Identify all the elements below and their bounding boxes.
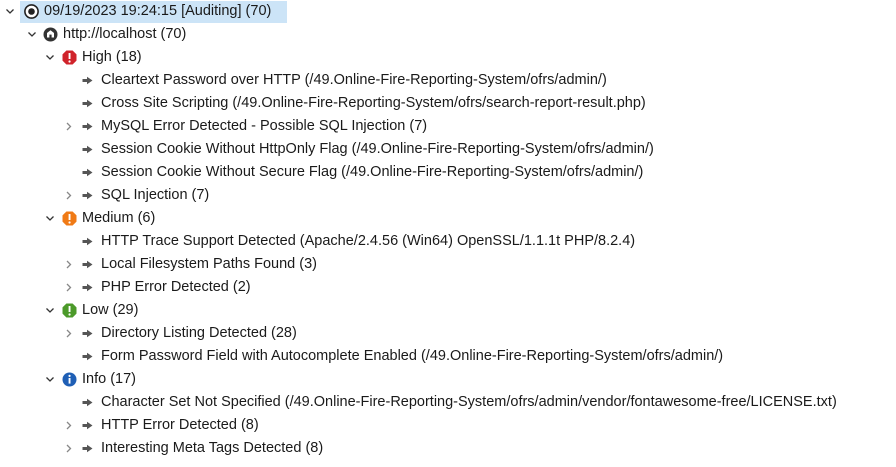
expand-low-toggle[interactable] [45,299,55,322]
alert-arrow-icon [82,322,94,345]
high-severity-icon [62,50,77,65]
expand-alert-toggle[interactable] [64,253,74,276]
expand-alert-toggle[interactable] [64,115,74,138]
alert-label: HTTP Trace Support Detected (Apache/2.4.… [101,233,636,249]
alert-label: Directory Listing Detected (28) [101,325,297,341]
severity-group-high[interactable]: High (18) [0,46,896,69]
alert-label: Character Set Not Specified (/49.Online-… [101,394,837,410]
alert-item[interactable]: MySQL Error Detected - Possible SQL Inje… [0,115,896,138]
alert-arrow-icon [82,391,94,414]
expand-high-toggle[interactable] [45,46,55,69]
severity-group-low[interactable]: Low (29) [0,299,896,322]
alert-item[interactable]: Session Cookie Without HttpOnly Flag (/4… [0,138,896,161]
expand-alert-toggle[interactable] [64,414,74,437]
alert-arrow-icon [82,253,94,276]
alert-arrow-icon [82,437,94,460]
alert-item[interactable]: HTTP Error Detected (8) [0,414,896,437]
severity-group-label: Medium (6) [82,210,156,226]
host-globe-icon [43,27,58,42]
severity-group-label: Low (29) [82,302,139,318]
scan-node[interactable]: 09/19/2023 19:24:15 [Auditing] (70) [0,0,896,23]
medium-severity-icon [62,211,77,226]
alert-item[interactable]: HTTP Trace Support Detected (Apache/2.4.… [0,230,896,253]
alert-label: PHP Error Detected (2) [101,279,251,295]
alert-arrow-icon [82,184,94,207]
alert-label: Cross Site Scripting (/49.Online-Fire-Re… [101,95,646,111]
alert-item[interactable]: Local Filesystem Paths Found (3) [0,253,896,276]
severity-group-medium[interactable]: Medium (6) [0,207,896,230]
alert-item[interactable]: SQL Injection (7) [0,184,896,207]
alert-label: HTTP Error Detected (8) [101,417,259,433]
expand-alert-toggle[interactable] [64,437,74,460]
alert-label: MySQL Error Detected - Possible SQL Inje… [101,118,428,134]
alert-arrow-icon [82,69,94,92]
scan-label: 09/19/2023 19:24:15 [Auditing] (70) [44,3,272,19]
alert-arrow-icon [82,138,94,161]
expand-scan-toggle[interactable] [5,0,15,23]
alert-item[interactable]: Cleartext Password over HTTP (/49.Online… [0,69,896,92]
host-label: http://localhost (70) [63,26,187,42]
alert-item[interactable]: Session Cookie Without Secure Flag (/49.… [0,161,896,184]
expand-host-toggle[interactable] [27,23,37,46]
alert-label: SQL Injection (7) [101,187,210,203]
alert-arrow-icon [82,276,94,299]
expand-medium-toggle[interactable] [45,207,55,230]
alert-label: Interesting Meta Tags Detected (8) [101,440,324,456]
alert-label: Session Cookie Without HttpOnly Flag (/4… [101,141,654,157]
alert-item[interactable]: Interesting Meta Tags Detected (8) [0,437,896,460]
alert-arrow-icon [82,230,94,253]
alert-item[interactable]: Cross Site Scripting (/49.Online-Fire-Re… [0,92,896,115]
expand-info-toggle[interactable] [45,368,55,391]
alert-arrow-icon [82,161,94,184]
expand-alert-toggle[interactable] [64,276,74,299]
alert-label: Cleartext Password over HTTP (/49.Online… [101,72,607,88]
alert-arrow-icon [82,414,94,437]
alert-label: Form Password Field with Autocomplete En… [101,348,724,364]
severity-group-label: High (18) [82,49,142,65]
alert-item[interactable]: Form Password Field with Autocomplete En… [0,345,896,368]
alert-label: Local Filesystem Paths Found (3) [101,256,317,272]
alert-label: Session Cookie Without Secure Flag (/49.… [101,164,644,180]
severity-group-info[interactable]: Info (17) [0,368,896,391]
alert-item[interactable]: PHP Error Detected (2) [0,276,896,299]
alert-arrow-icon [82,345,94,368]
expand-alert-toggle[interactable] [64,322,74,345]
scan-target-icon [24,4,39,19]
alert-arrow-icon [82,92,94,115]
severity-group-label: Info (17) [82,371,136,387]
info-severity-icon [62,372,77,387]
expand-alert-toggle[interactable] [64,184,74,207]
low-severity-icon [62,303,77,318]
host-node[interactable]: http://localhost (70) [0,23,896,46]
alert-arrow-icon [82,115,94,138]
alert-item[interactable]: Directory Listing Detected (28) [0,322,896,345]
alert-item[interactable]: Character Set Not Specified (/49.Online-… [0,391,896,414]
